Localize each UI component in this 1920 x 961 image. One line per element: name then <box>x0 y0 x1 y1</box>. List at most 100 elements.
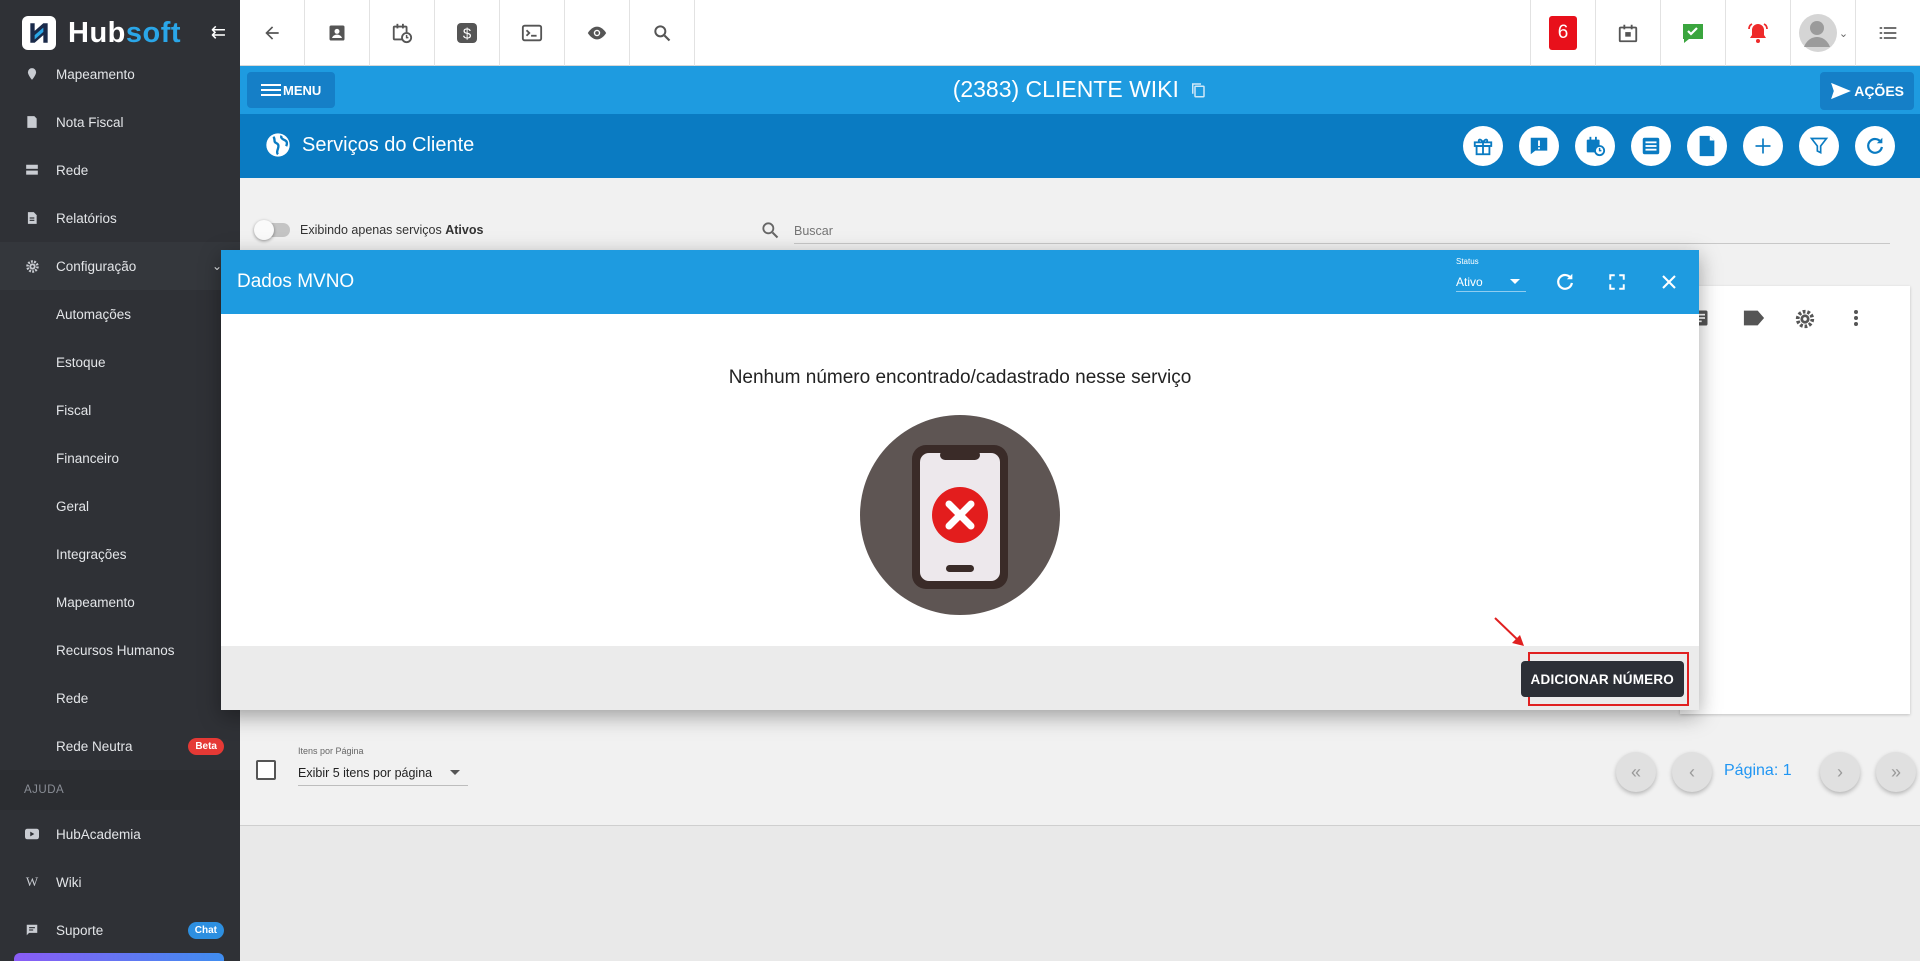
dialog-close-button[interactable] <box>1657 270 1681 294</box>
sidebar-subitem-mapeamento[interactable]: Mapeamento <box>0 578 240 626</box>
first-page-button[interactable]: « <box>1616 752 1656 792</box>
dialog-fullscreen-button[interactable] <box>1605 270 1629 294</box>
hubsoft-logo-icon <box>22 16 56 50</box>
service-search <box>760 218 1890 244</box>
document-button[interactable] <box>1687 126 1727 166</box>
sidebar-subitem-integracoes[interactable]: Integrações <box>0 530 240 578</box>
gear-icon[interactable] <box>1794 308 1816 330</box>
sidebar-item-label: Automações <box>56 306 132 322</box>
sidebar-subitem-rede-neutra[interactable]: Rede Neutra Beta <box>0 722 240 770</box>
calendar-button[interactable] <box>1595 0 1660 66</box>
sidebar-item-label: Suporte <box>56 922 104 938</box>
view-button[interactable] <box>565 0 630 66</box>
chat-badge: Chat <box>187 921 224 939</box>
dialog-refresh-button[interactable] <box>1553 270 1577 294</box>
sidebar-item-configuracao[interactable]: Configuração ⌄ <box>0 242 240 290</box>
items-per-page-label: Itens por Página <box>298 746 364 756</box>
sidebar-subitem-estoque[interactable]: Estoque <box>0 338 240 386</box>
sidebar-item-label: Estoque <box>56 354 106 370</box>
list-details-icon <box>1642 137 1660 155</box>
back-button[interactable] <box>240 0 305 66</box>
map-icon <box>24 66 40 82</box>
dados-mvno-dialog: Dados MVNO Status Ativo Nenhum número en… <box>221 250 1699 710</box>
sidebar: Mapeamento Nota Fiscal Rede Relatórios C… <box>0 0 240 961</box>
list-menu-button[interactable] <box>1855 0 1920 66</box>
sidebar-section-ajuda: AJUDA <box>0 770 240 810</box>
services-title: Serviços do Cliente <box>302 134 475 156</box>
sidebar-bottom-banner[interactable] <box>14 953 224 961</box>
sidebar-subitem-recursos-humanos[interactable]: Recursos Humanos <box>0 626 240 674</box>
chevron-left-icon: ‹ <box>1689 761 1695 782</box>
checkmark-chat-icon <box>1683 24 1703 43</box>
contact-card-icon <box>329 25 345 41</box>
notifications-count-button[interactable]: 6 <box>1530 0 1595 66</box>
chat-icon <box>24 922 40 938</box>
caret-down-icon <box>1510 279 1520 284</box>
collapse-sidebar-icon[interactable]: ⇇ <box>211 22 226 43</box>
sidebar-subitem-fiscal[interactable]: Fiscal <box>0 386 240 434</box>
sidebar-subitem-geral[interactable]: Geral <box>0 482 240 530</box>
sidebar-subitem-automacoes[interactable]: Automações <box>0 290 240 338</box>
last-page-button[interactable]: » <box>1876 752 1916 792</box>
refresh-button[interactable] <box>1855 126 1895 166</box>
user-menu-button[interactable]: ⌄ <box>1790 0 1855 66</box>
copy-icon[interactable] <box>1189 81 1207 99</box>
sidebar-item-label: Nota Fiscal <box>56 114 124 130</box>
gift-button[interactable] <box>1463 126 1503 166</box>
sidebar-item-label: Relatórios <box>56 210 117 226</box>
search-icon <box>654 25 671 42</box>
brand-logo[interactable]: Hubsoft ⇇ <box>0 0 240 66</box>
document-icon <box>1699 135 1715 157</box>
tasks-button[interactable] <box>1660 0 1725 66</box>
terminal-icon <box>521 24 543 42</box>
sidebar-item-suporte[interactable]: Suporte Chat <box>0 906 240 954</box>
sidebar-item-hubacademia[interactable]: HubAcademia <box>0 810 240 858</box>
next-page-button[interactable]: › <box>1820 752 1860 792</box>
double-chevron-right-icon: » <box>1890 761 1901 782</box>
sidebar-item-nota-fiscal[interactable]: Nota Fiscal <box>0 98 240 146</box>
filter-button[interactable] <box>1799 126 1839 166</box>
search-input[interactable] <box>794 218 1890 244</box>
sidebar-item-label: Recursos Humanos <box>56 642 175 658</box>
status-select[interactable]: Ativo <box>1456 270 1526 292</box>
list-details-button[interactable] <box>1631 126 1671 166</box>
terminal-button[interactable] <box>500 0 565 66</box>
top-toolbar: $ 6 ⌄ <box>240 0 1920 66</box>
schedule-service-button[interactable] <box>1575 126 1615 166</box>
sidebar-item-label: Financeiro <box>56 450 120 466</box>
alerts-button[interactable] <box>1725 0 1790 66</box>
contact-card-button[interactable] <box>305 0 370 66</box>
sidebar-item-label: HubAcademia <box>56 826 141 842</box>
add-service-button[interactable] <box>1743 126 1783 166</box>
financial-button[interactable]: $ <box>435 0 500 66</box>
tag-icon[interactable] <box>1743 308 1765 328</box>
arrow-left-icon <box>265 26 279 40</box>
gift-icon <box>1473 138 1493 156</box>
sidebar-item-label: Mapeamento <box>56 594 135 610</box>
prev-page-button[interactable]: ‹ <box>1672 752 1712 792</box>
alert-message-button[interactable] <box>1519 126 1559 166</box>
sidebar-item-wiki[interactable]: W Wiki <box>0 858 240 906</box>
add-number-button[interactable]: ADICIONAR NÚMERO <box>1520 661 1684 697</box>
page-indicator: Página: 1 <box>1724 762 1792 779</box>
calendar-clock-icon <box>1586 136 1606 157</box>
youtube-icon <box>24 826 40 842</box>
beta-badge: Beta <box>188 737 224 755</box>
sidebar-item-rede[interactable]: Rede <box>0 146 240 194</box>
sidebar-subitem-rede[interactable]: Rede <box>0 674 240 722</box>
search-button[interactable] <box>630 0 695 66</box>
acoes-button[interactable]: AÇÕES <box>1820 72 1914 110</box>
select-all-checkbox[interactable] <box>256 760 276 780</box>
items-per-page-select[interactable]: Exibir 5 itens por página <box>298 762 468 786</box>
more-vertical-icon[interactable] <box>1852 308 1860 328</box>
dollar-icon: $ <box>457 23 477 43</box>
status-label: Status <box>1456 257 1479 266</box>
report-icon <box>24 210 40 226</box>
schedule-button[interactable] <box>370 0 435 66</box>
globe-icon <box>266 133 290 157</box>
sidebar-subitem-financeiro[interactable]: Financeiro <box>0 434 240 482</box>
close-icon <box>1662 275 1676 289</box>
active-services-toggle[interactable] <box>254 220 290 240</box>
brand-name: Hubsoft <box>68 16 182 49</box>
sidebar-item-relatorios[interactable]: Relatórios <box>0 194 240 242</box>
